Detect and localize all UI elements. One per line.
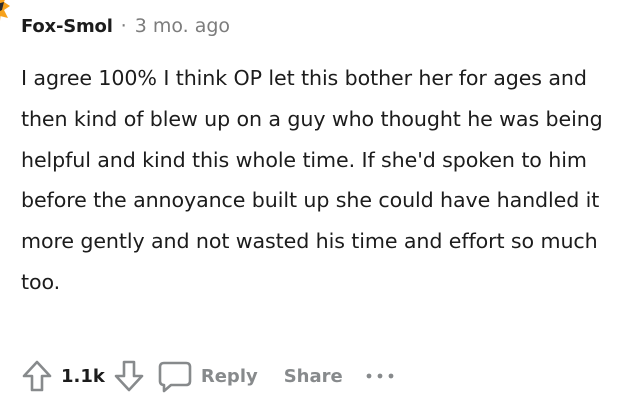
comment-body: I agree 100% I think OP let this bother … xyxy=(21,66,603,294)
share-button[interactable]: Share xyxy=(284,356,343,396)
arrow-up-icon xyxy=(22,360,52,392)
comment-actions: 1.1k Reply Share xyxy=(19,354,395,398)
arrow-down-icon xyxy=(114,360,144,392)
reply-button[interactable]: Reply xyxy=(157,356,258,396)
vote-count: 1.1k xyxy=(61,365,105,387)
meta-separator: · xyxy=(120,15,127,37)
reply-label: Reply xyxy=(200,365,258,387)
comment-header: Fox-Smol · 3 mo. ago xyxy=(21,12,230,40)
author-username[interactable]: Fox-Smol xyxy=(21,16,113,37)
share-label: Share xyxy=(283,365,343,387)
ellipsis-icon xyxy=(366,373,394,379)
upvote-button[interactable] xyxy=(19,356,55,396)
speech-bubble-icon xyxy=(158,361,192,393)
comment-timestamp[interactable]: 3 mo. ago xyxy=(135,15,230,37)
more-options-button[interactable] xyxy=(365,356,395,396)
avatar[interactable] xyxy=(0,0,12,36)
downvote-button[interactable] xyxy=(111,356,147,396)
